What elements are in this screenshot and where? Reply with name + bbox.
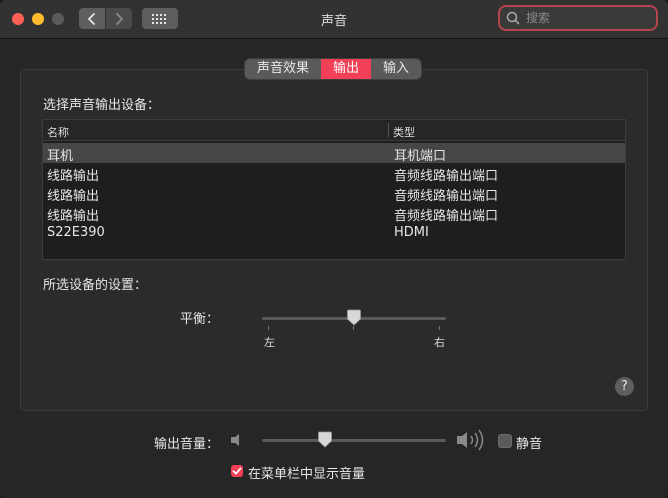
volume-slider-thumb[interactable] (317, 431, 332, 448)
tab-sound-effects[interactable]: 声音效果 (245, 59, 321, 79)
tab-input[interactable]: 输入 (371, 59, 421, 79)
mute-checkbox[interactable] (498, 434, 512, 448)
balance-left-label: 左 (264, 336, 275, 349)
checkmark-icon (232, 467, 242, 475)
help-icon: ? (621, 379, 628, 394)
volume-slider-track[interactable] (262, 439, 446, 442)
output-volume-label: 输出音量： (154, 437, 220, 452)
device-type: HDMI (394, 225, 429, 240)
device-section-label: 选择声音输出设备： (43, 98, 161, 113)
table-row[interactable]: 线路输出 音频线路输出端口 (43, 203, 625, 224)
show-volume-in-menubar-checkbox[interactable] (231, 465, 243, 477)
balance-tick-right (439, 326, 440, 330)
search-input[interactable] (524, 11, 651, 25)
device-settings-label: 所选设备的设置： (43, 278, 148, 293)
speaker-high-icon (457, 429, 484, 451)
table-row[interactable]: 线路输出 音频线路输出端口 (43, 163, 625, 184)
search-field[interactable] (500, 7, 656, 29)
sound-preferences-window: 声音 声音效果 输出 输入 选择声音输出设备： 名称 类型 耳机 耳机端口 线路… (0, 0, 668, 498)
title-bar: 声音 (0, 0, 668, 39)
device-name: 耳机 (47, 149, 74, 164)
device-type: 音频线路输出端口 (394, 209, 499, 224)
table-row[interactable]: 线路输出 音频线路输出端口 (43, 183, 625, 204)
table-header: 名称 类型 (43, 120, 625, 141)
tab-output[interactable]: 输出 (321, 59, 372, 79)
device-name: 线路输出 (47, 209, 100, 224)
speaker-low-icon (231, 434, 239, 446)
device-name: 线路输出 (47, 169, 100, 184)
balance-tick-center (353, 326, 354, 330)
balance-slider-thumb[interactable] (347, 309, 361, 326)
output-device-table[interactable]: 名称 类型 耳机 耳机端口 线路输出 音频线路输出端口 线路输出 音频线路输出端… (42, 119, 626, 260)
help-button[interactable]: ? (615, 377, 634, 396)
device-type: 音频线路输出端口 (394, 189, 499, 204)
device-name: S22E390 (47, 225, 105, 240)
column-divider (388, 123, 389, 137)
column-header-type[interactable]: 类型 (393, 124, 415, 140)
table-row[interactable]: S22E390 HDMI (43, 223, 625, 243)
mute-label: 静音 (516, 437, 543, 452)
balance-right-label: 右 (434, 336, 445, 349)
show-volume-in-menubar-label: 在菜单栏中显示音量 (248, 467, 366, 482)
table-row[interactable]: 耳机 耳机端口 (43, 143, 625, 164)
device-type: 耳机端口 (394, 149, 447, 164)
column-header-name[interactable]: 名称 (47, 124, 69, 140)
device-type: 音频线路输出端口 (394, 169, 499, 184)
balance-tick-left (268, 326, 269, 330)
balance-label: 平衡： (180, 312, 220, 327)
tab-bar: 声音效果 输出 输入 (245, 59, 422, 79)
search-icon (506, 11, 520, 25)
device-name: 线路输出 (47, 189, 100, 204)
